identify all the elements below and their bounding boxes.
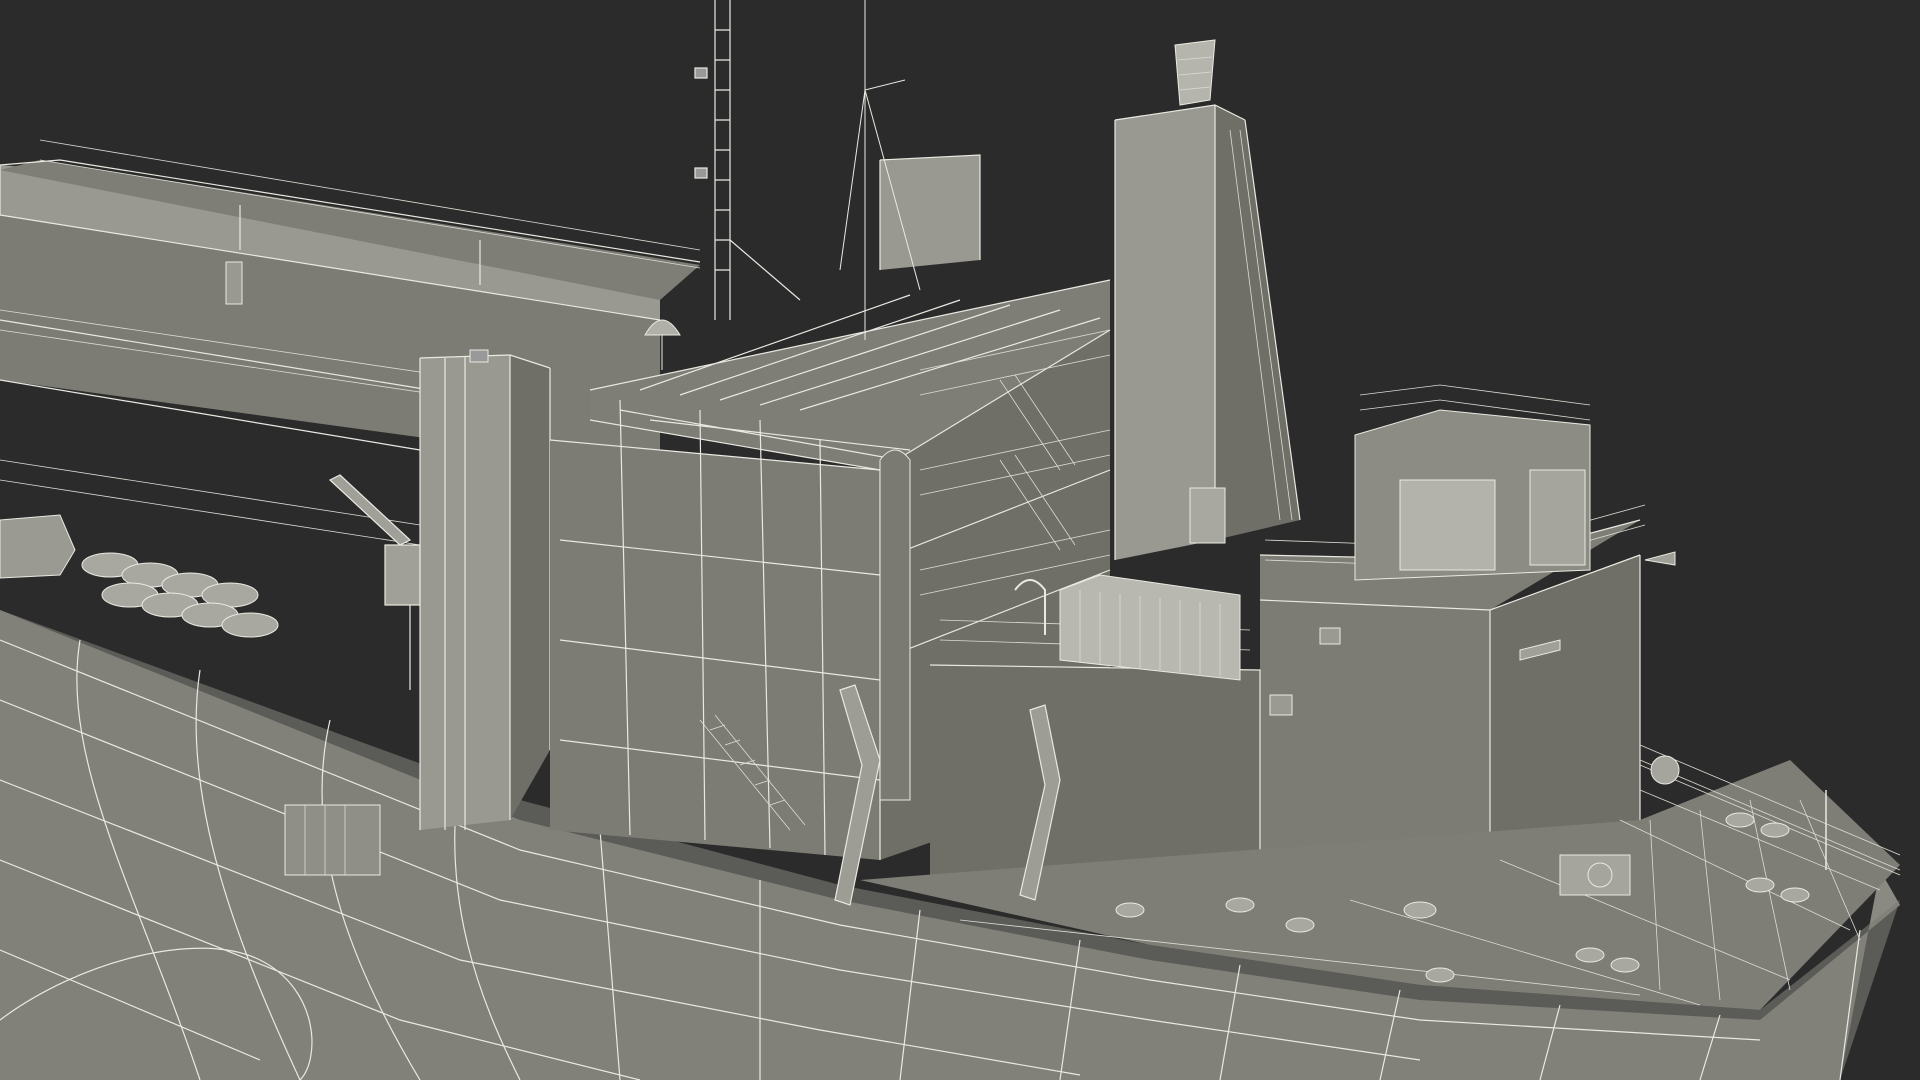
upper-cabin — [1354, 384, 1591, 581]
funnel — [1114, 39, 1301, 560]
main-mast — [694, 0, 801, 320]
ship-render — [0, 0, 1901, 1080]
life-rafts — [81, 552, 279, 638]
lifeboat — [0, 514, 76, 579]
deck-crane — [328, 474, 421, 690]
